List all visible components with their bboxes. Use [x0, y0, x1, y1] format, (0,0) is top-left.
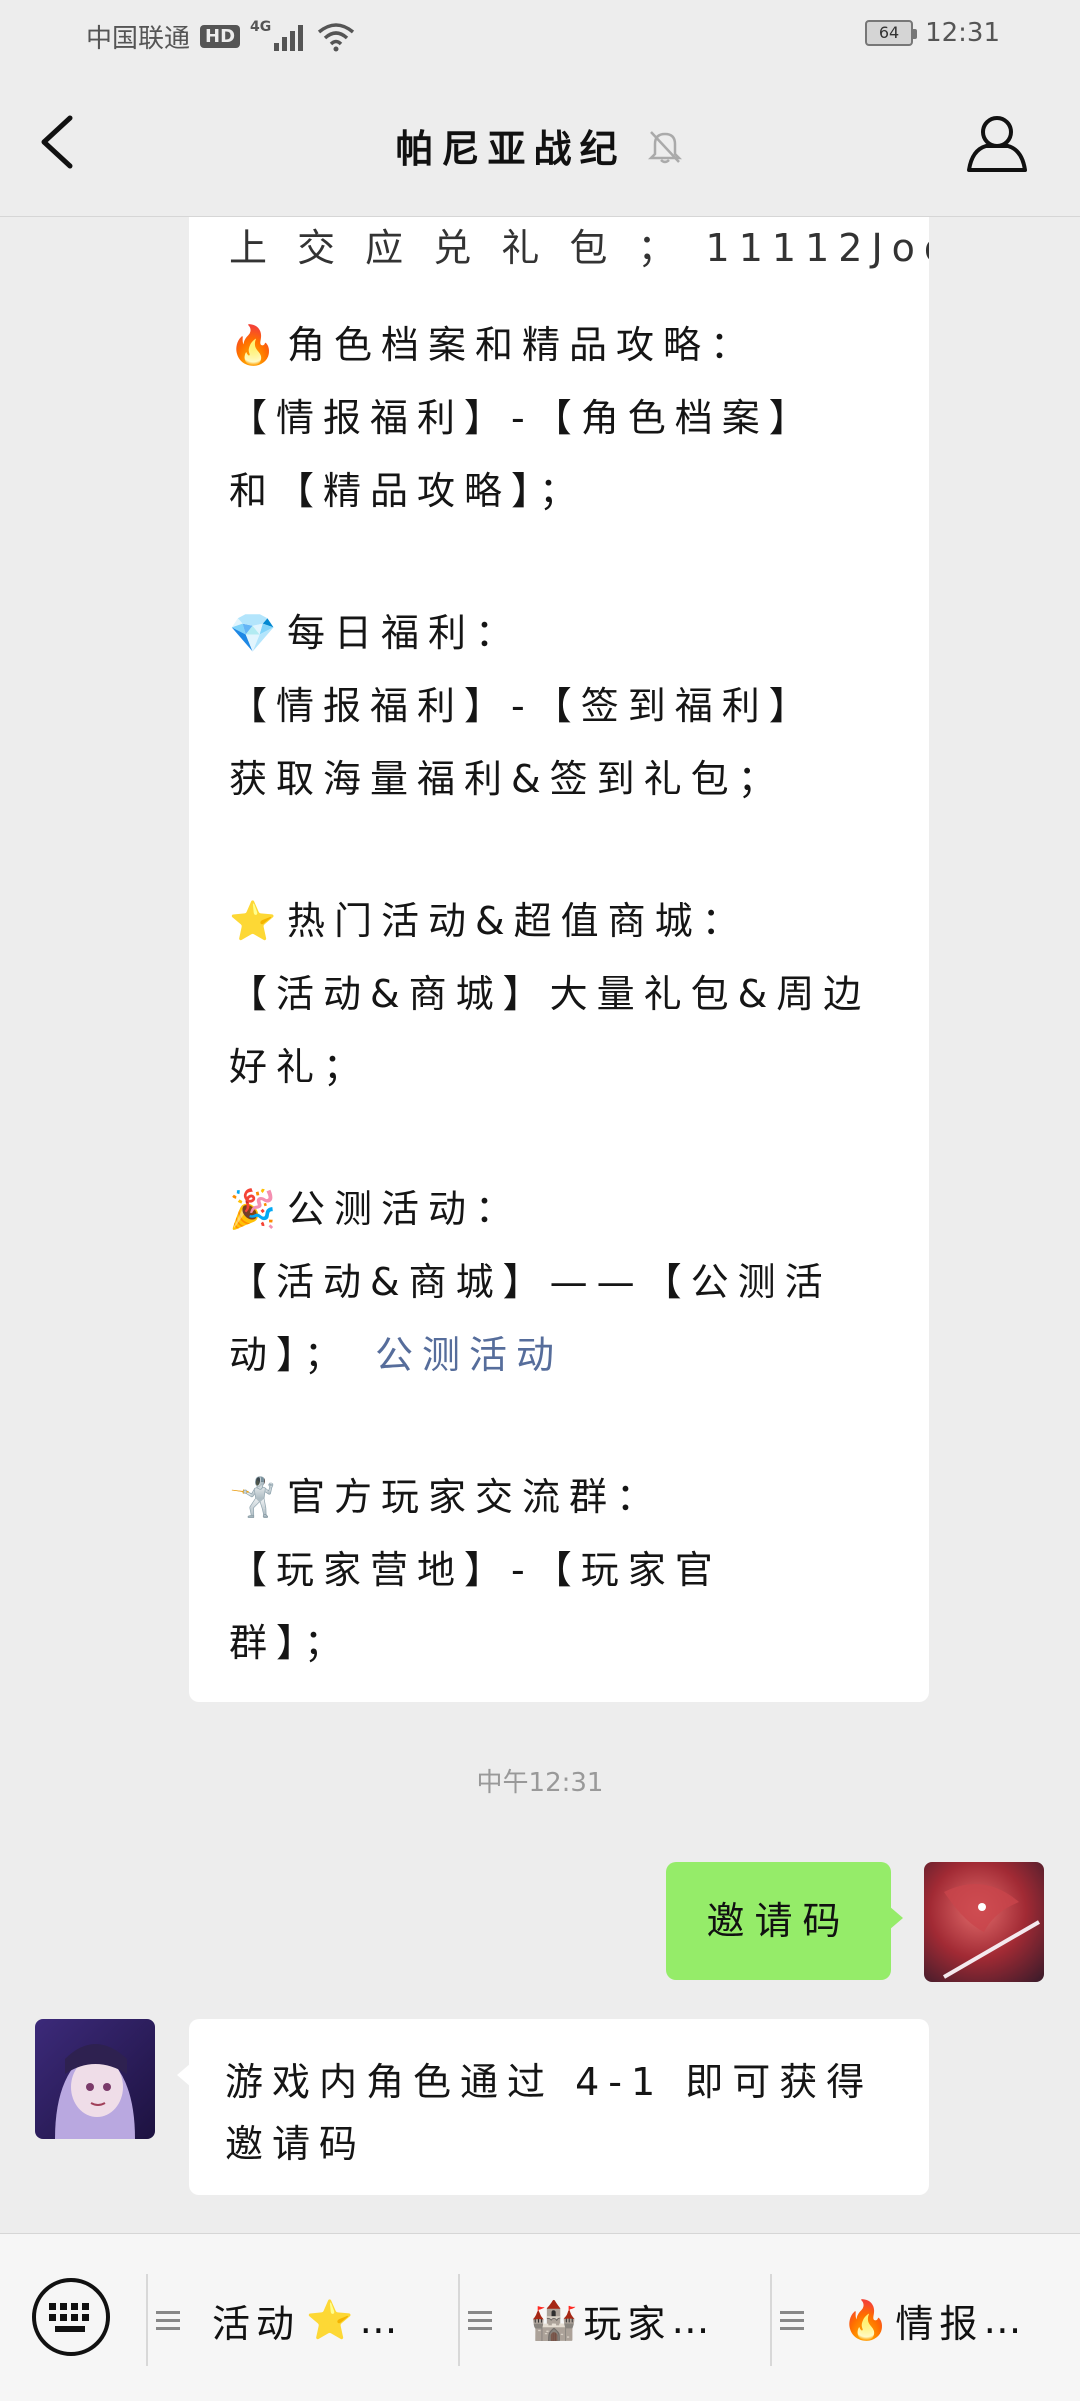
star-icon: ⭐: [306, 2297, 354, 2342]
menu-item-players[interactable]: 🏰 玩家…: [468, 2274, 715, 2366]
message-bubble-long[interactable]: 上 交 应 兑 礼 包 ； 11112Jooo... 🔥角色档案和精品攻略： 【…: [189, 217, 929, 1702]
message-line: 【活动&商城】大量礼包&周边: [229, 963, 870, 1018]
line-text: 每日福利：: [287, 611, 523, 655]
star-icon: ⭐: [229, 899, 277, 943]
line-text: 【情报福利】-【角色档案】: [229, 396, 816, 440]
my-avatar[interactable]: [924, 1862, 1044, 1982]
status-bar: 中国联通 HD 4G 64 12:31: [0, 0, 1080, 70]
signal-icon: [274, 24, 304, 51]
message-line: 动】； 公测活动: [229, 1324, 563, 1379]
message-line: 【情报福利】-【签到福利】: [229, 675, 816, 730]
hd-badge: HD: [200, 25, 241, 48]
mute-bell-icon: [647, 130, 682, 163]
message-timestamp: 中午12:31: [476, 1768, 604, 1798]
menu-item-activities[interactable]: 活动 ⭐…: [156, 2274, 403, 2366]
line-text: 获取海量福利&签到礼包；: [229, 757, 785, 801]
castle-icon: 🏰: [530, 2297, 578, 2342]
message-line: 🔥 角色档案和精品攻略：: [229, 314, 757, 369]
menu-list-icon: [780, 2306, 804, 2335]
message-line: 获取海量福利&签到礼包；: [229, 748, 785, 803]
menu-divider: [770, 2274, 772, 2366]
status-left: 中国联通 HD 4G: [86, 18, 355, 55]
network-label: 4G: [250, 18, 272, 35]
fire-icon: 🔥: [842, 2297, 890, 2342]
line-text: 好礼；: [229, 1045, 371, 1089]
public-test-link[interactable]: 公测活动: [375, 1333, 563, 1377]
battery-icon: 64: [865, 20, 918, 46]
menu-divider: [146, 2274, 148, 2366]
party-popper-icon: 🎉: [229, 1187, 277, 1231]
menu-item-label: 情报: [895, 2301, 984, 2346]
message-line: 和【精品攻略】；: [229, 460, 586, 515]
line-text: 和【精品攻略】；: [229, 469, 587, 513]
fencer-icon: 🤺: [229, 1475, 277, 1519]
line-text: 公测活动：: [287, 1187, 523, 1231]
message-line: 🎉 公测活动：: [229, 1178, 522, 1233]
received-message-text: 游戏内角色通过 4-1 即可获得邀请码: [225, 2060, 874, 2166]
message-line: 好礼；: [229, 1036, 370, 1091]
menu-item-label: 活动: [212, 2301, 301, 2346]
chat-area[interactable]: 上 交 应 兑 礼 包 ； 11112Jooo... 🔥角色档案和精品攻略： 【…: [0, 217, 1080, 2233]
partial-line: 上 交 应 兑 礼 包 ； 11112Jooo...: [229, 226, 929, 270]
menu-item-ellipsis: …: [983, 2298, 1028, 2342]
line-text: 动】；: [229, 1333, 352, 1377]
line-text: 热门活动&超值商城：: [287, 899, 749, 943]
menu-divider: [458, 2274, 460, 2366]
message-line: 【玩家营地】-【玩家官: [229, 1539, 722, 1594]
profile-icon[interactable]: [964, 110, 1030, 176]
keyboard-toggle-icon[interactable]: [30, 2276, 112, 2358]
title-wrap: 帕尼亚战纪: [0, 118, 1080, 173]
chat-title: 帕尼亚战纪: [395, 127, 626, 171]
received-message-bubble[interactable]: 游戏内角色通过 4-1 即可获得邀请码: [177, 2019, 929, 2195]
status-right: 64 12:31: [865, 18, 1000, 48]
bottom-menu-bar: 活动 ⭐… 🏰 玩家… 🔥 情报…: [0, 2233, 1080, 2401]
status-time: 12:31: [925, 18, 1000, 48]
line-text: 官方玩家交流群：: [287, 1475, 664, 1519]
diamond-icon: 💎: [229, 611, 277, 655]
carrier-label: 中国联通: [86, 24, 191, 54]
message-line: 【情报福利】-【角色档案】: [229, 387, 816, 442]
message-line: 群】；: [229, 1612, 351, 1667]
menu-item-intel[interactable]: 🔥 情报…: [780, 2274, 1027, 2366]
line-text: 群】；: [229, 1621, 352, 1665]
wifi-icon: [318, 22, 355, 51]
battery-level: 64: [878, 23, 900, 42]
chat-header: 帕尼亚战纪: [0, 70, 1080, 217]
line-text: 【活动&商城】——【公测活: [229, 1260, 832, 1304]
menu-item-ellipsis: …: [671, 2298, 716, 2342]
line-text: 【玩家营地】-【玩家官: [229, 1548, 722, 1592]
line-text: 角色档案和精品攻略：: [287, 323, 758, 367]
menu-item-label: 玩家: [583, 2301, 672, 2346]
message-line: 🤺 官方玩家交流群：: [229, 1466, 663, 1521]
menu-list-icon: [468, 2306, 492, 2335]
message-line: 💎 每日福利：: [229, 602, 522, 657]
menu-list-icon: [156, 2306, 180, 2335]
fire-icon: 🔥: [229, 323, 277, 367]
menu-item-ellipsis: …: [359, 2298, 404, 2342]
message-line: 【活动&商城】——【公测活: [229, 1251, 832, 1306]
line-text: 【活动&商城】大量礼包&周边: [229, 972, 871, 1016]
message-line: ⭐ 热门活动&超值商城：: [229, 890, 749, 945]
line-text: 【情报福利】-【签到福利】: [229, 684, 816, 728]
sent-message-bubble[interactable]: 邀请码: [666, 1862, 903, 1980]
official-account-avatar[interactable]: [35, 2019, 155, 2139]
